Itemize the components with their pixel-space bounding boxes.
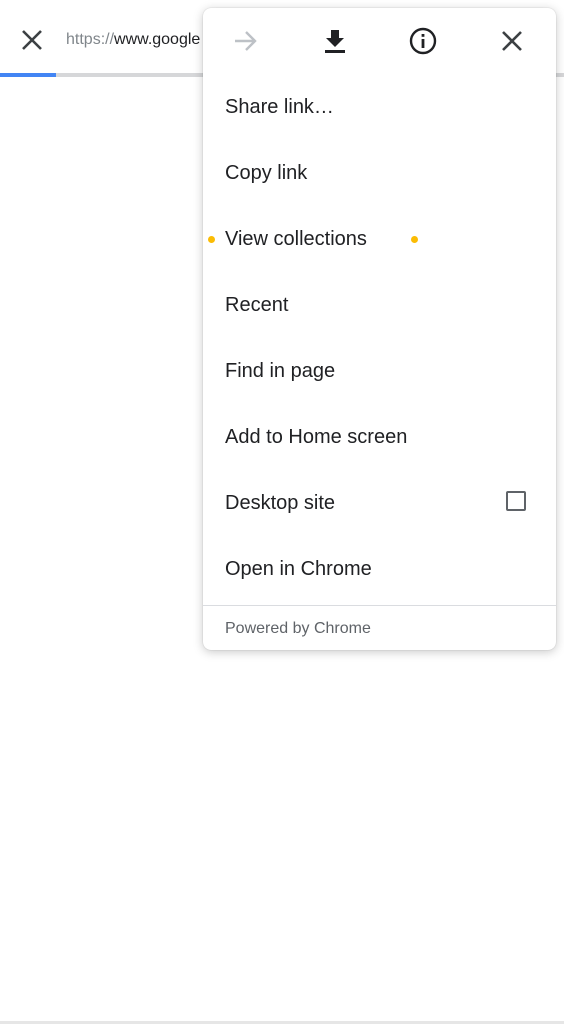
overflow-menu: Share link… Copy link View collections R… [203, 8, 556, 650]
menu-item-recent[interactable]: Recent [203, 272, 556, 338]
url-bar[interactable]: https://www.google [66, 30, 200, 50]
menu-item-share-link[interactable]: Share link… [203, 74, 556, 140]
menu-item-label: Recent [225, 294, 289, 316]
close-icon [502, 31, 522, 51]
download-icon [325, 30, 345, 53]
menu-footer: Powered by Chrome [225, 620, 371, 637]
highlight-dot-right [411, 236, 418, 243]
menu-item-label: View collections [225, 228, 367, 250]
close-menu-button[interactable] [492, 21, 532, 61]
menu-item-label: Desktop site [225, 492, 336, 514]
highlight-dot-left [208, 236, 215, 243]
menu-item-label: Share link… [225, 96, 334, 118]
url-host: www.google [114, 31, 201, 48]
menu-item-add-to-home-screen[interactable]: Add to Home screen [203, 404, 556, 470]
forward-button[interactable] [226, 21, 266, 61]
menu-item-label: Find in page [225, 360, 336, 382]
menu-item-copy-link[interactable]: Copy link [203, 140, 556, 206]
menu-divider [203, 605, 556, 606]
page-load-progress-fill [0, 73, 57, 77]
menu-icon-row [203, 8, 556, 74]
menu-item-label: Add to Home screen [225, 426, 408, 448]
menu-item-find-in-page[interactable]: Find in page [203, 338, 556, 404]
forward-icon [235, 31, 257, 51]
url-scheme: https:// [66, 31, 115, 48]
close-icon [22, 30, 42, 50]
menu-item-desktop-site[interactable]: Desktop site [203, 470, 556, 536]
menu-item-label: Copy link [225, 162, 308, 184]
download-button[interactable] [315, 21, 355, 61]
info-icon [409, 27, 437, 55]
menu-item-view-collections[interactable]: View collections [203, 206, 556, 272]
page-info-button[interactable] [403, 21, 443, 61]
menu-item-open-in-chrome[interactable]: Open in Chrome [203, 536, 556, 602]
menu-item-label: Open in Chrome [225, 558, 372, 580]
close-tab-button[interactable] [12, 20, 52, 60]
desktop-site-checkbox[interactable] [506, 491, 526, 511]
